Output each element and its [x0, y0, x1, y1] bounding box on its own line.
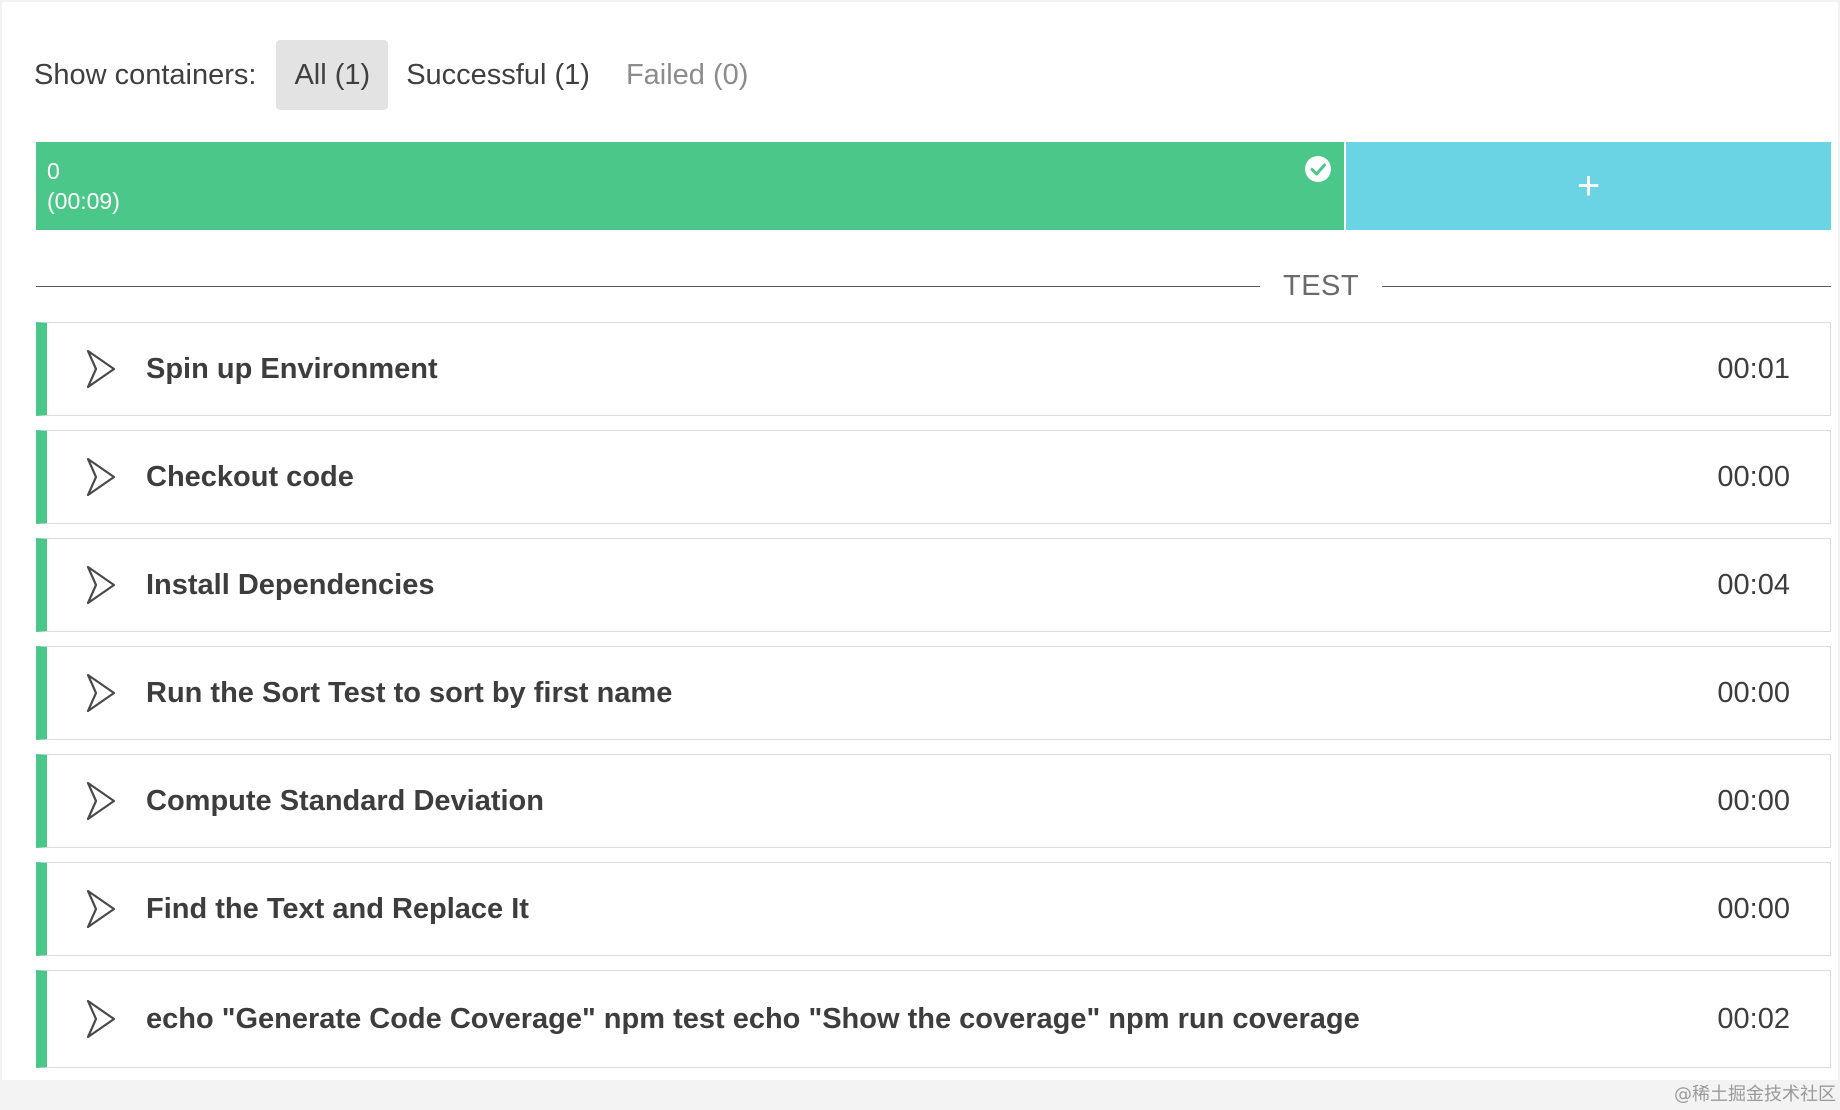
container-id: 0 [47, 158, 60, 184]
step-title: echo "Generate Code Coverage" npm test e… [146, 1002, 1360, 1035]
container-bar: 0 (00:09) + [36, 142, 1831, 230]
step-row[interactable]: Install Dependencies 00:04 [36, 538, 1831, 632]
filter-label: Show containers: [34, 58, 257, 91]
step-title: Find the Text and Replace It [146, 892, 529, 925]
step-list: Spin up Environment 00:01 Checkout code … [36, 322, 1831, 1082]
chevron-right-icon [86, 781, 116, 821]
step-duration: 00:00 [1717, 460, 1790, 493]
chevron-right-icon [86, 999, 116, 1039]
section-title: TEST [1283, 269, 1360, 302]
step-row[interactable]: Run the Sort Test to sort by first name … [36, 646, 1831, 740]
divider-line-left [36, 285, 1260, 287]
step-row[interactable]: Spin up Environment 00:01 [36, 322, 1831, 416]
step-row[interactable]: Find the Text and Replace It 00:00 [36, 862, 1831, 956]
filter-successful-button[interactable]: Successful (1) [388, 40, 608, 110]
filter-failed-button[interactable]: Failed (0) [608, 40, 767, 110]
check-circle-icon [1305, 156, 1331, 182]
step-duration: 00:00 [1717, 676, 1790, 709]
step-title: Run the Sort Test to sort by first name [146, 676, 673, 709]
build-panel: Show containers: All (1) Successful (1) … [2, 2, 1838, 1080]
container-0-block[interactable]: 0 (00:09) [36, 142, 1344, 230]
step-title: Spin up Environment [146, 352, 438, 385]
chevron-right-icon [86, 349, 116, 389]
step-duration: 00:02 [1717, 1002, 1790, 1035]
watermark: @稀土掘金技术社区 [1674, 1084, 1836, 1105]
step-duration: 00:01 [1717, 352, 1790, 385]
add-container-button[interactable]: + [1346, 142, 1831, 230]
step-title: Compute Standard Deviation [146, 784, 544, 817]
container-duration: (00:09) [47, 188, 120, 214]
step-duration: 00:04 [1717, 568, 1790, 601]
divider-line-right [1382, 285, 1831, 287]
step-duration: 00:00 [1717, 784, 1790, 817]
chevron-right-icon [86, 889, 116, 929]
step-title: Install Dependencies [146, 568, 435, 601]
step-row[interactable]: echo "Generate Code Coverage" npm test e… [36, 970, 1831, 1068]
step-row[interactable]: Compute Standard Deviation 00:00 [36, 754, 1831, 848]
filter-all-button[interactable]: All (1) [276, 40, 389, 110]
section-divider: TEST [36, 264, 1831, 308]
step-title: Checkout code [146, 460, 354, 493]
step-duration: 00:00 [1717, 892, 1790, 925]
chevron-right-icon [86, 565, 116, 605]
chevron-right-icon [86, 673, 116, 713]
container-filter-bar: Show containers: All (1) Successful (1) … [34, 40, 766, 110]
chevron-right-icon [86, 457, 116, 497]
step-row[interactable]: Checkout code 00:00 [36, 430, 1831, 524]
